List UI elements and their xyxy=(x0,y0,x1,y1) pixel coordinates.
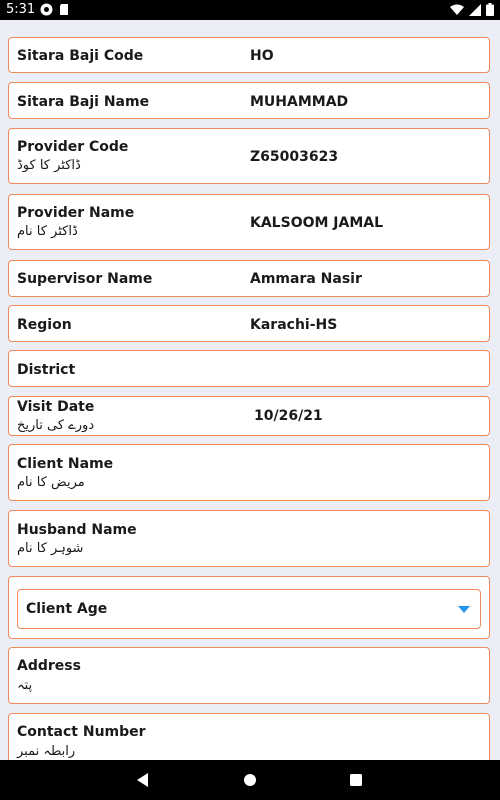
wifi-icon xyxy=(450,4,464,15)
field-label: District xyxy=(17,362,76,378)
field-label: Contact Number xyxy=(17,724,146,740)
date-value[interactable]: 10/26/21 xyxy=(254,408,323,424)
field-label-urdu: شوہر کا نام xyxy=(17,541,84,556)
field-value: Karachi-HS xyxy=(250,317,338,333)
recents-square-icon[interactable] xyxy=(346,770,366,790)
battery-icon xyxy=(486,3,494,16)
field-value: Z65003623 xyxy=(250,149,339,165)
field-client-age: Client Age xyxy=(8,576,490,639)
field-label: Provider Code xyxy=(17,139,129,155)
chevron-down-icon[interactable] xyxy=(458,606,470,613)
field-label-urdu: رابطہ نمبر xyxy=(17,744,76,759)
field-label-urdu: دورے کی تاریخ xyxy=(17,418,95,433)
field-label-urdu: ڈاکٹر کا کوڈ xyxy=(17,158,81,173)
field-label: Husband Name xyxy=(17,522,137,538)
field-visit-date[interactable]: Visit Date دورے کی تاریخ 10/26/21 xyxy=(8,396,490,436)
field-label: Client Name xyxy=(17,456,114,472)
field-sitara-baji-code: Sitara Baji Code HO xyxy=(8,37,490,73)
field-provider-name: Provider Name ڈاکٹر کا نام KALSOOM JAMAL xyxy=(8,194,490,250)
field-value: Ammara Nasir xyxy=(250,271,362,287)
client-age-select[interactable]: Client Age xyxy=(17,589,481,629)
field-label: Address xyxy=(17,658,81,674)
select-label: Client Age xyxy=(26,601,108,617)
field-label: Sitara Baji Name xyxy=(17,94,150,110)
signal-icon xyxy=(469,3,481,16)
field-client-name[interactable]: Client Name مریض کا نام xyxy=(8,444,490,501)
field-value: KALSOOM JAMAL xyxy=(250,215,384,231)
field-husband-name[interactable]: Husband Name شوہر کا نام xyxy=(8,510,490,567)
field-value: HO xyxy=(250,48,274,64)
field-label-urdu: ڈاکٹر کا نام xyxy=(17,224,78,239)
field-district[interactable]: District xyxy=(8,350,490,387)
field-supervisor-name: Supervisor Name Ammara Nasir xyxy=(8,260,490,297)
notification-icon xyxy=(40,3,53,16)
field-label-urdu: پتہ xyxy=(17,678,33,693)
field-provider-code: Provider Code ڈاکٹر کا کوڈ Z65003623 xyxy=(8,128,490,184)
status-bar: 5:31 xyxy=(0,0,500,20)
field-sitara-baji-name: Sitara Baji Name MUHAMMAD xyxy=(8,82,490,119)
field-label: Sitara Baji Code xyxy=(17,48,144,64)
field-label: Region xyxy=(17,317,72,333)
status-time: 5:31 xyxy=(6,2,36,17)
field-label: Provider Name xyxy=(17,205,135,221)
sd-card-icon xyxy=(60,4,68,15)
field-address[interactable]: Address پتہ xyxy=(8,647,490,704)
form-content[interactable]: Sitara Baji Code HO Sitara Baji Name MUH… xyxy=(0,20,500,760)
home-circle-icon[interactable] xyxy=(240,770,260,790)
back-triangle-icon[interactable] xyxy=(133,770,153,790)
field-label-urdu: مریض کا نام xyxy=(17,475,85,490)
field-contact-number[interactable]: Contact Number رابطہ نمبر xyxy=(8,713,490,760)
field-region: Region Karachi-HS xyxy=(8,305,490,342)
field-value: MUHAMMAD xyxy=(250,94,349,110)
field-label: Visit Date xyxy=(17,399,95,415)
navigation-bar xyxy=(0,760,500,800)
field-label: Supervisor Name xyxy=(17,271,153,287)
